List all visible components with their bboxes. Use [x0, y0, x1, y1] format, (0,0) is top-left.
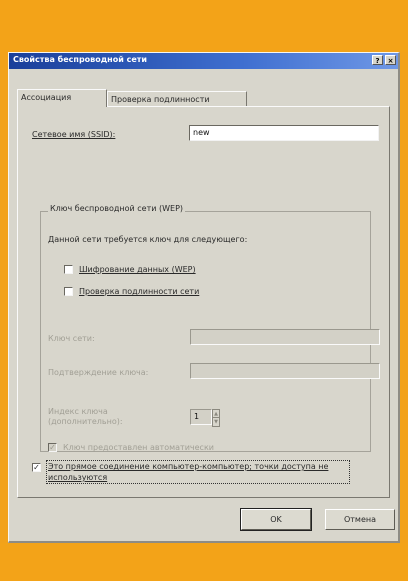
auto-key-label: Ключ предоставлен автоматически [63, 443, 214, 452]
network-key-input[interactable] [190, 329, 380, 345]
key-index-input[interactable]: 1 [190, 409, 212, 425]
ssid-label: Сетевое имя (SSID): [32, 130, 116, 139]
network-auth-label: Проверка подлинности сети [79, 287, 200, 296]
adhoc-checkbox[interactable]: ✓ [32, 463, 41, 472]
association-panel: Сетевое имя (SSID): new Ключ беспроводно… [17, 106, 390, 498]
network-auth-checkbox[interactable] [64, 287, 73, 296]
data-encryption-checkbox[interactable] [64, 265, 73, 274]
ssid-input[interactable]: new [189, 125, 379, 141]
window-title: Свойства беспроводной сети [13, 55, 148, 64]
tab-association[interactable]: Ассоциация [17, 89, 107, 107]
wep-group-label: Ключ беспроводной сети (WEP) [48, 204, 186, 213]
wireless-network-properties-dialog: Свойства беспроводной сети ? × Ассоциаци… [8, 52, 400, 543]
wep-description: Данной сети требуется ключ для следующег… [48, 235, 248, 244]
confirm-key-label: Подтверждение ключа: [48, 368, 149, 377]
title-bar: Свойства беспроводной сети ? × [9, 53, 398, 69]
help-button[interactable]: ? [372, 55, 383, 65]
tab-authentication[interactable]: Проверка подлинности [107, 91, 247, 107]
orange-frame-top [0, 0, 408, 52]
close-button[interactable]: × [385, 55, 396, 65]
spin-down-icon[interactable]: ▼ [212, 417, 220, 427]
cancel-button[interactable]: Отмена [325, 509, 395, 530]
key-index-label: Индекс ключа (дополнительно): [48, 407, 123, 426]
tab-authentication-label: Проверка подлинности [111, 95, 210, 104]
auto-key-checkbox[interactable]: ✓ [48, 443, 57, 452]
adhoc-label: Это прямое соединение компьютер-компьюте… [46, 460, 350, 484]
ok-button[interactable]: OK [240, 508, 312, 531]
network-key-label: Ключ сети: [48, 334, 95, 343]
orange-frame-bottom [0, 543, 408, 581]
confirm-key-input[interactable] [190, 363, 380, 379]
data-encryption-label: Шифрование данных (WEP) [79, 265, 196, 274]
tab-association-label: Ассоциация [21, 93, 72, 102]
